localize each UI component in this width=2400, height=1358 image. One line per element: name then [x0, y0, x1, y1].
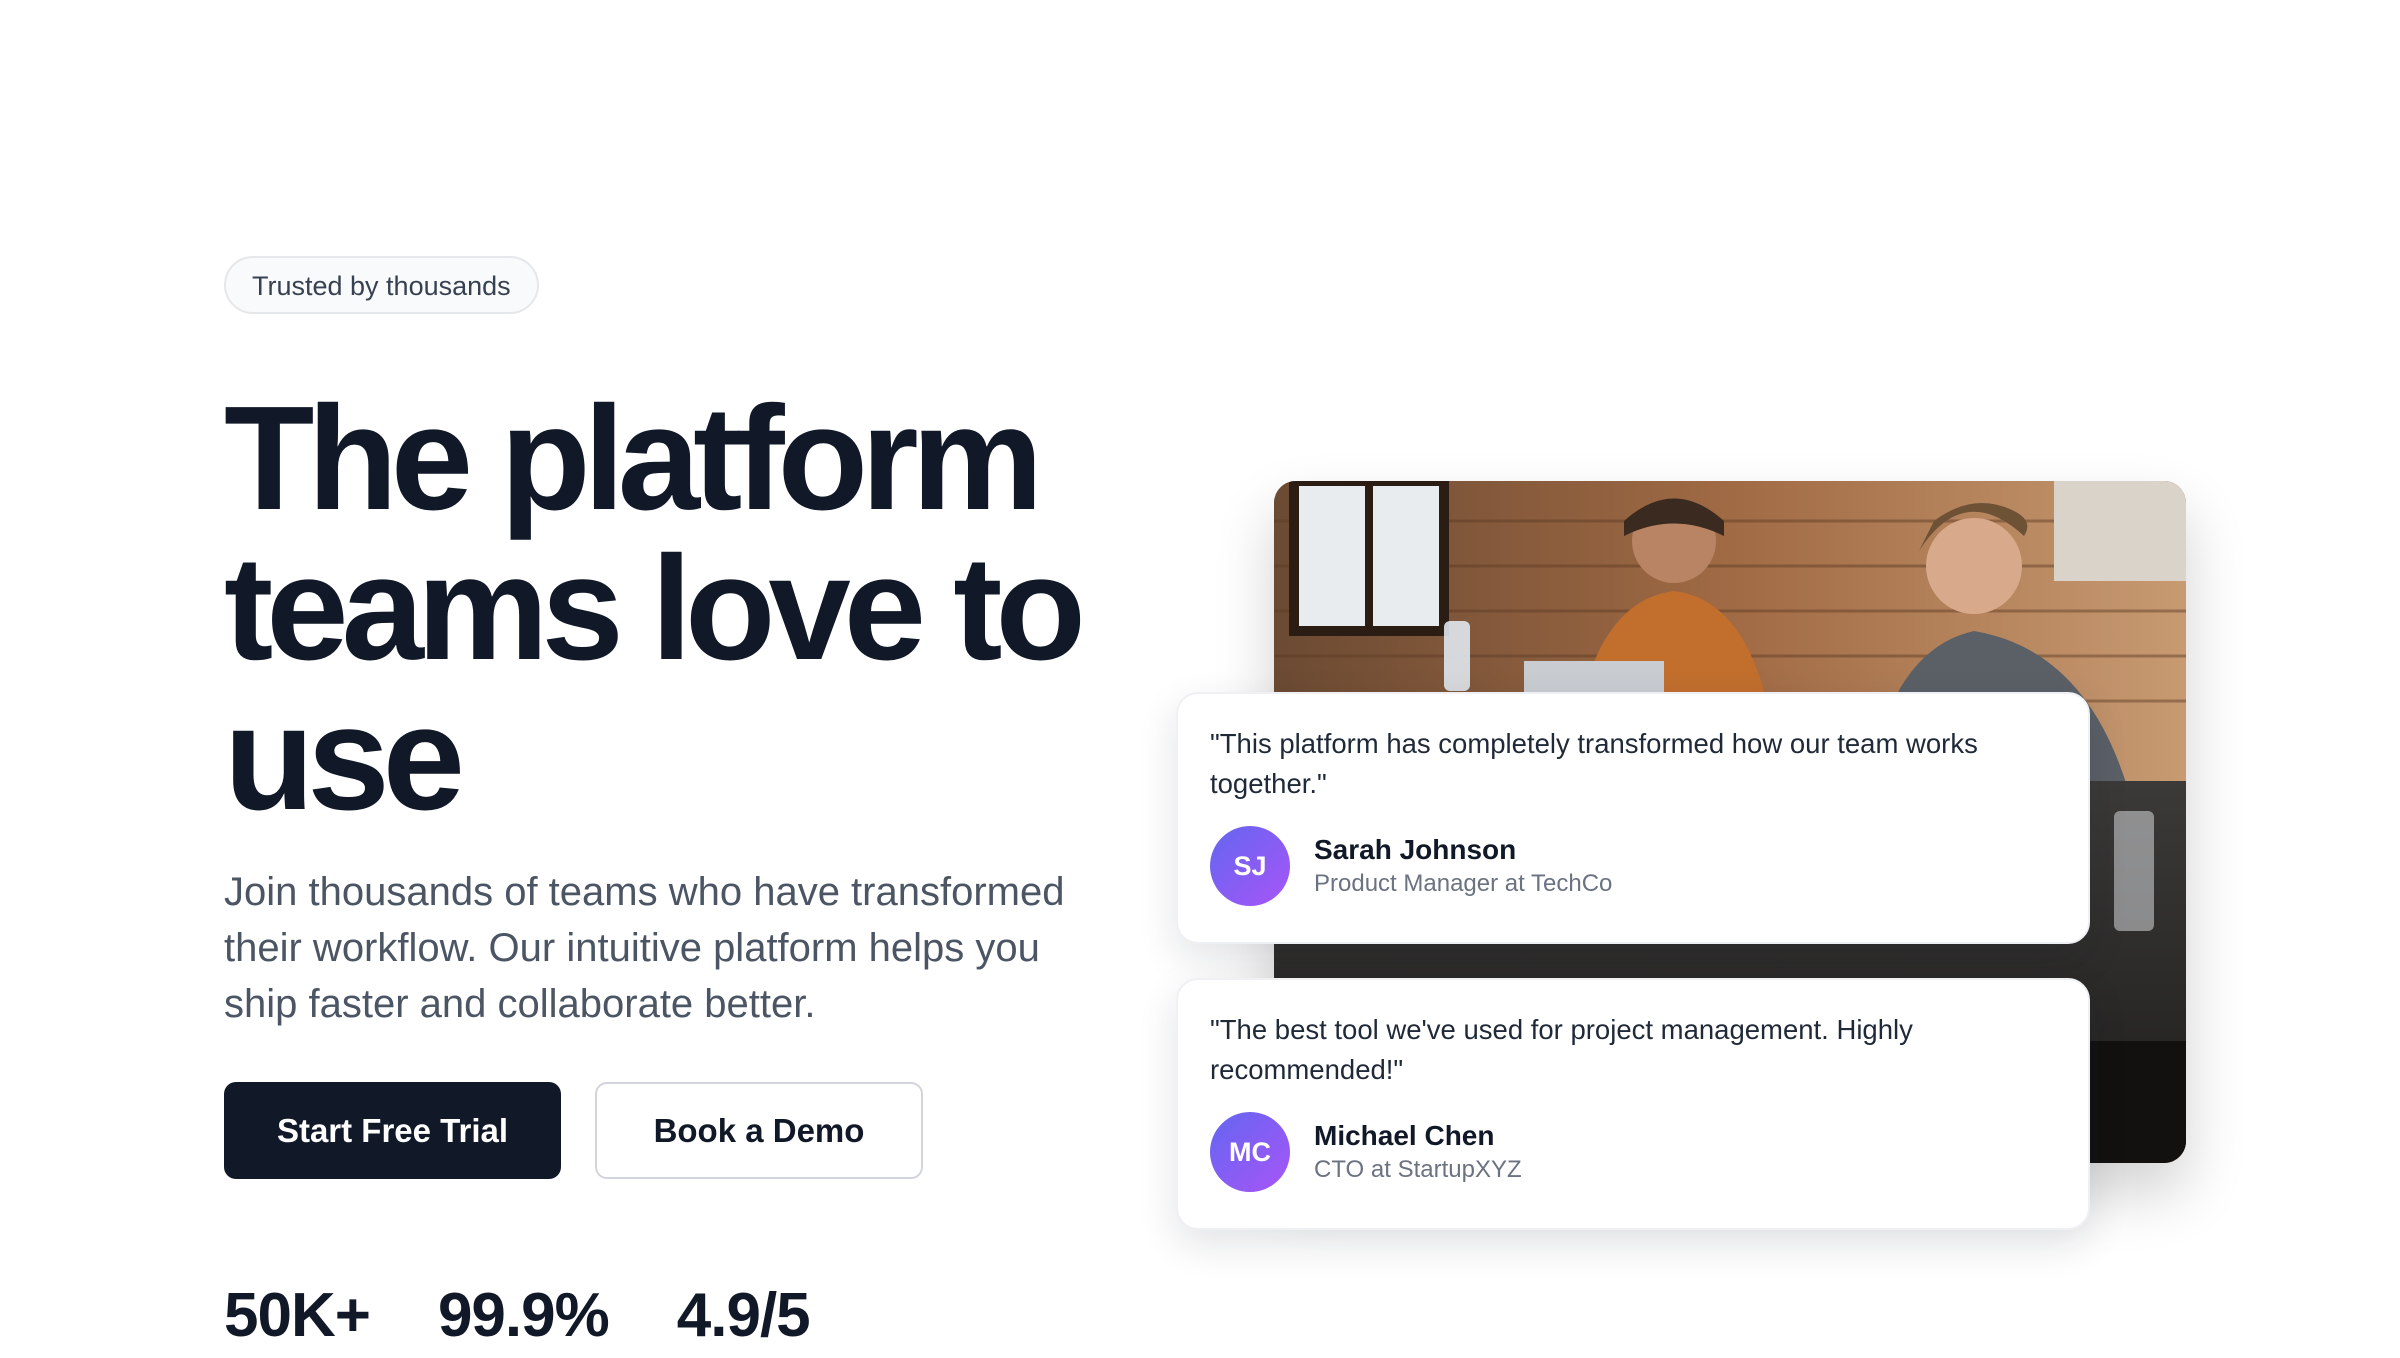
author-role: Product Manager at TechCo: [1314, 870, 1613, 897]
hero-subtext: Join thousands of teams who have transfo…: [224, 870, 1065, 1026]
author-info: Michael Chen CTO at StartupXYZ: [1314, 1118, 1522, 1186]
author-role: CTO at StartupXYZ: [1314, 1156, 1522, 1183]
testimonial-author: MC Michael Chen CTO at StartupXYZ: [1210, 1112, 2056, 1192]
testimonial-author: SJ Sarah Johnson Product Manager at Tech…: [1210, 826, 2056, 906]
stat-value: 50K+: [224, 1281, 371, 1350]
trust-badge: Trusted by thousands: [224, 256, 539, 314]
testimonial-quote: "The best tool we've used for project ma…: [1210, 1014, 1913, 1085]
stat-value: 99.9%: [437, 1281, 610, 1350]
cta-buttons: Start Free Trial Book a Demo: [224, 1082, 923, 1179]
avatar: SJ: [1210, 826, 1290, 906]
author-info: Sarah Johnson Product Manager at TechCo: [1314, 832, 1612, 900]
author-name: Michael Chen: [1314, 1120, 1495, 1151]
testimonial-card: "This platform has completely transforme…: [1176, 692, 2090, 944]
avatar: MC: [1210, 1112, 1290, 1192]
stat-item: 99.9%: [437, 1280, 610, 1358]
start-free-trial-button[interactable]: Start Free Trial: [224, 1082, 561, 1179]
stat-value: 4.9/5: [676, 1281, 811, 1350]
hero-section: Trusted by thousands The platform teams …: [0, 0, 2400, 1350]
stats-row: 50K+ 99.9% 4.9/5: [224, 1280, 811, 1358]
testimonial-quote: "This platform has completely transforme…: [1210, 728, 1978, 799]
hero-headline: The platform teams love to use: [224, 376, 1086, 841]
stat-item: 50K+: [224, 1280, 371, 1358]
stat-item: 4.9/5: [676, 1280, 811, 1358]
book-demo-button[interactable]: Book a Demo: [595, 1082, 923, 1179]
testimonial-card: "The best tool we've used for project ma…: [1176, 978, 2090, 1230]
hero-content: Trusted by thousands The platform teams …: [224, 256, 1124, 1350]
author-name: Sarah Johnson: [1314, 834, 1517, 865]
